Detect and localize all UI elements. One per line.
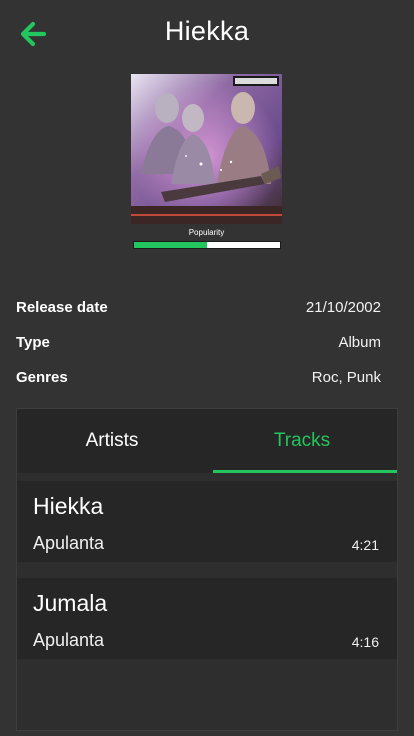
track-artist: Apulanta (33, 533, 105, 553)
popularity-label: Popularity (188, 228, 225, 237)
track-list: Hiekka Apulanta 4:21 Jumala Apulanta 4:1… (17, 473, 397, 659)
album-cover-image (131, 74, 282, 224)
page-title: Hiekka (164, 16, 250, 46)
type-label: Type (16, 334, 50, 351)
track-name: Hiekka (33, 493, 104, 519)
type-value: Album (338, 334, 381, 351)
popularity-bar-fill (134, 242, 207, 248)
track-duration: 4:21 (351, 537, 379, 553)
genres-value: Roc, Punk (311, 369, 381, 386)
genres-row: Genres Roc, Punk (16, 360, 381, 395)
track-artist: Apulanta (33, 630, 105, 650)
popularity-bar (133, 241, 281, 249)
tab-artists[interactable]: Artists (17, 409, 207, 473)
album-metadata: Release date 21/10/2002 Type Album Genre… (16, 290, 381, 395)
track-duration: 4:16 (351, 634, 379, 650)
track-item[interactable]: Hiekka Apulanta 4:21 (17, 481, 397, 562)
content-panel: Artists Tracks Hiekka Apulanta 4:21 Juma… (16, 408, 398, 731)
release-date-row: Release date 21/10/2002 (16, 290, 381, 325)
album-detail-screen: Hiekka Popularity Release date 21/10/200… (0, 0, 414, 736)
tab-tracks[interactable]: Tracks (207, 409, 397, 473)
release-date-value: 21/10/2002 (305, 299, 381, 316)
tab-bar: Artists Tracks (17, 409, 397, 473)
type-row: Type Album (16, 325, 381, 360)
track-item[interactable]: Jumala Apulanta 4:16 (17, 578, 397, 659)
header: Hiekka (0, 0, 414, 66)
track-name: Jumala (33, 590, 108, 616)
genres-label: Genres (16, 369, 68, 386)
release-date-label: Release date (16, 299, 108, 316)
